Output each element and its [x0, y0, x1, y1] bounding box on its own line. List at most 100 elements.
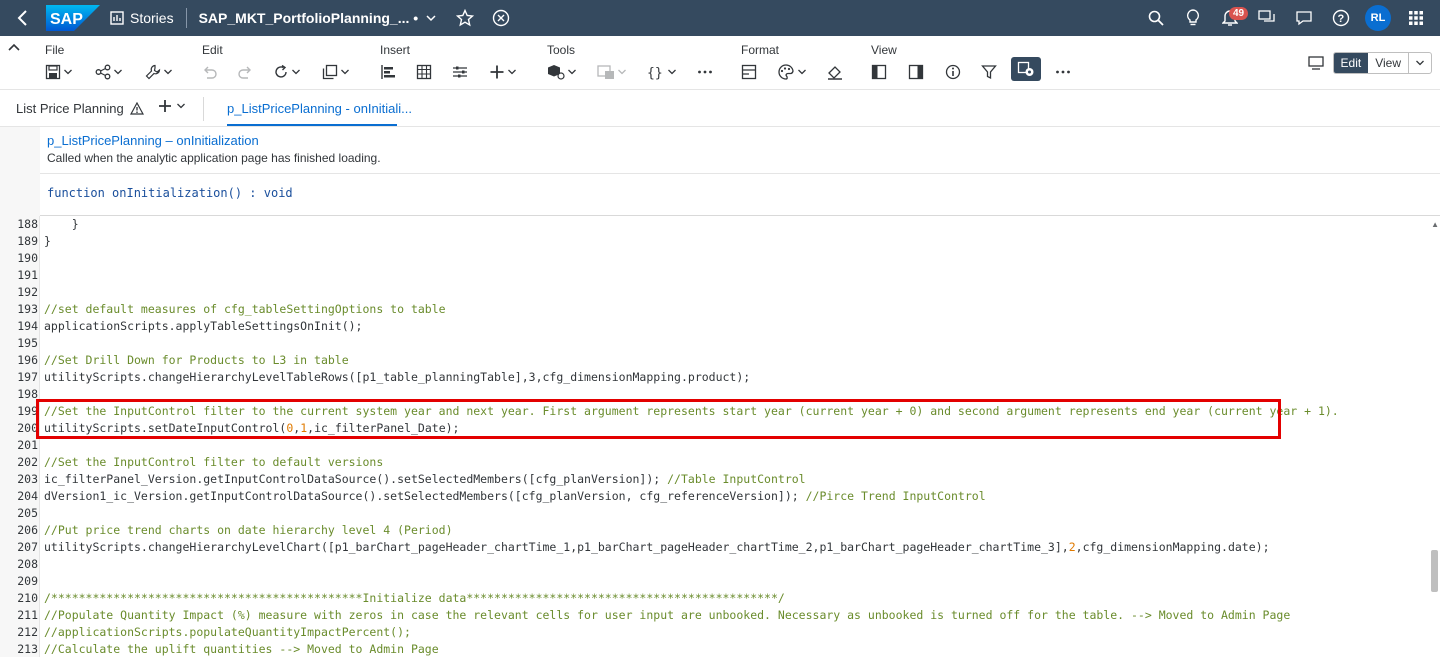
- data-source-button[interactable]: [597, 62, 627, 82]
- stories-menu[interactable]: Stories: [110, 10, 174, 26]
- code-line[interactable]: 209: [0, 573, 1430, 590]
- code-line[interactable]: 203 ic_filterPanel_Version.getInputContro…: [0, 471, 1430, 488]
- code-line[interactable]: 211 //Populate Quantity Impact (%) measur…: [0, 607, 1430, 624]
- code-line[interactable]: 202 //Set the InputControl filter to defa…: [0, 454, 1430, 471]
- insert-input-control-button[interactable]: [452, 62, 468, 82]
- copy-button[interactable]: [322, 62, 350, 82]
- filter-panel-toggle[interactable]: [981, 62, 997, 82]
- back-icon[interactable]: [8, 0, 38, 36]
- chevron-down-icon: [618, 69, 626, 75]
- info-panel-toggle[interactable]: [945, 62, 961, 82]
- undo-button[interactable]: [202, 62, 218, 82]
- shell-divider: [185, 8, 187, 28]
- line-number: 200: [17, 421, 38, 435]
- line-number: 190: [17, 251, 38, 265]
- svg-text:{}: {}: [647, 66, 663, 80]
- help-icon[interactable]: ?: [1322, 7, 1359, 29]
- wrench-icon: [145, 64, 161, 80]
- search-icon[interactable]: [1137, 7, 1174, 29]
- code-text: }: [44, 216, 79, 233]
- favorite-star-icon[interactable]: [454, 7, 476, 29]
- insert-table-button[interactable]: [416, 62, 432, 82]
- format-group-label: Format: [741, 43, 780, 57]
- code-line[interactable]: 204 dVersion1_ic_Version.getInputControlD…: [0, 488, 1430, 505]
- code-line[interactable]: 191: [0, 267, 1430, 284]
- mode-dropdown-button[interactable]: [1408, 53, 1431, 73]
- user-avatar[interactable]: RL: [1365, 5, 1391, 31]
- line-number: 189: [17, 234, 38, 248]
- code-line[interactable]: 194 applicationScripts.applyTableSettings…: [0, 318, 1430, 335]
- theme-button[interactable]: [777, 62, 807, 82]
- code-line[interactable]: 192: [0, 284, 1430, 301]
- code-token: utilityScripts.changeHierarchyLevelChart…: [44, 540, 1069, 554]
- sap-logo[interactable]: SAP: [46, 5, 100, 31]
- format-styling-button[interactable]: [741, 62, 757, 82]
- code-line[interactable]: 213 //Calculate the uplift quantities -->…: [0, 641, 1430, 657]
- code-editor[interactable]: 188 } 189} 190 191 192 193//set default measu…: [0, 216, 1430, 657]
- line-number: 198: [17, 387, 38, 401]
- insert-more-button[interactable]: [489, 62, 517, 82]
- line-number: 197: [17, 370, 38, 384]
- line-number: 205: [17, 506, 38, 520]
- app-grid-icon[interactable]: [1397, 7, 1434, 29]
- tab-script-oninitialization[interactable]: p_ListPricePlanning - onInitiali...: [227, 101, 412, 116]
- code-line[interactable]: 207 utilityScripts.changeHierarchyLevelCh…: [0, 539, 1430, 556]
- lightbulb-icon[interactable]: [1174, 7, 1211, 29]
- add-tab-button[interactable]: [158, 99, 186, 113]
- chevron-down-icon: [568, 69, 576, 75]
- tab-list-price-planning[interactable]: List Price Planning: [16, 101, 144, 116]
- settings-button[interactable]: [145, 62, 173, 82]
- save-button[interactable]: [45, 62, 73, 82]
- insert-chart-button[interactable]: [380, 62, 396, 82]
- code-line[interactable]: 196 //Set Drill Down for Products to L3 i…: [0, 352, 1430, 369]
- format-painter-button[interactable]: [827, 62, 843, 82]
- active-tab-indicator: [227, 124, 397, 126]
- code-line[interactable]: 206 //Put price trend charts on date hier…: [0, 522, 1430, 539]
- right-panel-toggle[interactable]: [908, 62, 924, 82]
- code-line[interactable]: 208: [0, 556, 1430, 573]
- code-line[interactable]: 188 }: [0, 216, 1430, 233]
- code-line[interactable]: 201: [0, 437, 1430, 454]
- script-panel-toggle[interactable]: [1011, 57, 1041, 81]
- code-line[interactable]: 197 utilityScripts.changeHierarchyLevelTa…: [0, 369, 1430, 386]
- code-line[interactable]: 190: [0, 250, 1430, 267]
- edit-mode-button[interactable]: Edit: [1333, 53, 1369, 73]
- feedback-icon[interactable]: [1285, 7, 1322, 29]
- code-line[interactable]: 195: [0, 335, 1430, 352]
- data-model-button[interactable]: [547, 62, 577, 82]
- line-number: 188: [17, 217, 38, 231]
- chevron-down-icon: [668, 69, 676, 75]
- notifications-bell-icon[interactable]: 49: [1211, 7, 1249, 29]
- editor-scrollbar[interactable]: ▲: [1430, 216, 1440, 657]
- line-number: 213: [17, 642, 38, 656]
- redo-button[interactable]: [237, 62, 253, 82]
- code-comment: //Populate Quantity Impact (%) measure w…: [44, 608, 1291, 622]
- document-title[interactable]: SAP_MKT_PortfolioPlanning_... •: [199, 10, 437, 26]
- code-line[interactable]: 189}: [0, 233, 1430, 250]
- tools-group-label: Tools: [547, 43, 576, 57]
- collapse-toolbar-icon[interactable]: [8, 42, 20, 56]
- scripting-button[interactable]: {}: [647, 62, 677, 82]
- code-line[interactable]: 210 /************************************…: [0, 590, 1430, 607]
- stories-icon: [110, 11, 124, 25]
- refresh-button[interactable]: [273, 62, 301, 82]
- close-circle-icon[interactable]: [490, 7, 512, 29]
- discussions-icon[interactable]: [1248, 7, 1285, 29]
- code-text: //set default measures of cfg_tableSetti…: [44, 301, 446, 318]
- scrollbar-thumb[interactable]: [1431, 550, 1438, 592]
- scroll-up-icon[interactable]: ▲: [1431, 220, 1439, 229]
- layout-icon: [741, 64, 757, 80]
- share-button[interactable]: [95, 62, 123, 82]
- info-icon: [945, 64, 961, 80]
- code-line[interactable]: 193 //set default measures of cfg_tableSe…: [0, 301, 1430, 318]
- view-mode-button[interactable]: View: [1368, 53, 1408, 73]
- file-group-label: File: [45, 43, 65, 57]
- chevron-down-icon[interactable]: [426, 14, 436, 22]
- view-overflow-button[interactable]: [1055, 62, 1071, 82]
- device-preview-icon[interactable]: [1307, 55, 1325, 71]
- tools-overflow-button[interactable]: [697, 62, 713, 82]
- code-line[interactable]: 205: [0, 505, 1430, 522]
- code-line[interactable]: 212 //applicationScripts.populateQuantity…: [0, 624, 1430, 641]
- left-panel-toggle[interactable]: [871, 62, 887, 82]
- code-text: }: [44, 233, 51, 250]
